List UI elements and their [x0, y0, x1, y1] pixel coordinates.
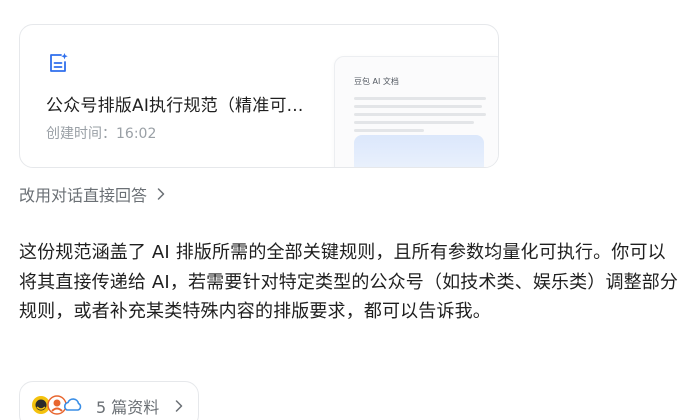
preview-text-line	[354, 105, 482, 108]
sohu-icon	[32, 396, 50, 414]
preview-text-line	[354, 113, 486, 116]
qq-icon	[47, 395, 67, 415]
references-button[interactable]: 5 篇资料	[19, 381, 199, 420]
chevron-right-icon	[175, 400, 183, 412]
switch-link-label: 改用对话直接回答	[19, 186, 148, 205]
answer-paragraph: 这份规范涵盖了 AI 排版所需的全部关键规则，且所有参数均量化可执行。你可以将其…	[19, 242, 679, 322]
chevron-right-icon	[157, 188, 165, 200]
preview-text-line	[354, 129, 424, 132]
preview-title: 豆包 AI 文档	[354, 77, 399, 86]
ai-document-icon	[50, 53, 68, 72]
document-created-time: 创建时间：16:02	[46, 126, 157, 142]
preview-text-line	[354, 97, 486, 100]
references-label: 5 篇资料	[96, 398, 160, 417]
chat-message: 公众号排版AI执行规范（精准可... 创建时间：16:02 豆包 AI 文档 改…	[0, 0, 695, 420]
document-title: 公众号排版AI执行规范（精准可...	[46, 96, 304, 116]
preview-text-line	[354, 121, 474, 124]
cloud-icon	[64, 398, 82, 411]
switch-to-chat-answer-link[interactable]: 改用对话直接回答	[19, 183, 165, 205]
document-card[interactable]: 公众号排版AI执行规范（精准可... 创建时间：16:02 豆包 AI 文档	[19, 24, 499, 168]
document-preview-thumbnail: 豆包 AI 文档	[334, 56, 498, 167]
preview-image-block	[354, 135, 484, 167]
reference-source-icons	[32, 395, 82, 415]
